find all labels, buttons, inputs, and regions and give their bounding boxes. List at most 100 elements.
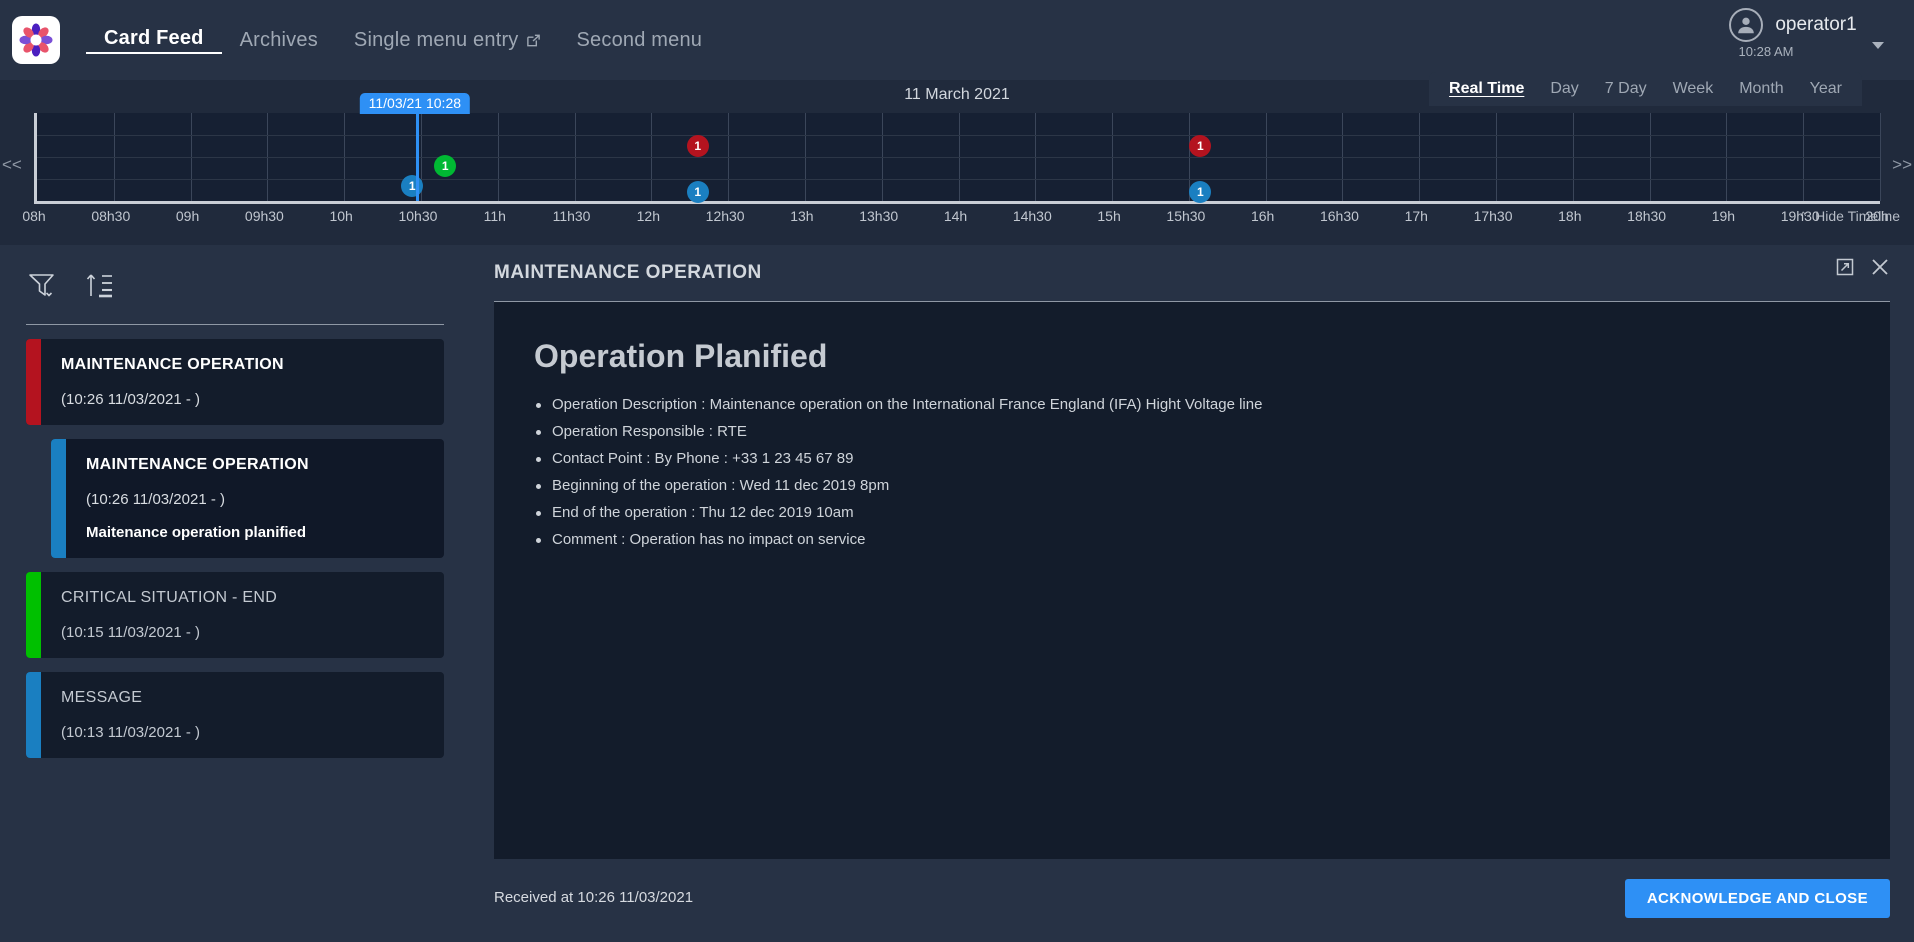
card-title: MESSAGE <box>61 689 200 707</box>
nav-item-label: Second menu <box>577 29 703 52</box>
card-timestamp: (10:13 11/03/2021 - ) <box>61 724 200 741</box>
card-title: MAINTENANCE OPERATION <box>61 356 284 374</box>
timeline-event-marker[interactable]: 1 <box>1189 135 1211 157</box>
timeline-event-marker[interactable]: 1 <box>1189 181 1211 203</box>
flower-logo-icon <box>19 23 53 57</box>
nav-item-archives[interactable]: Archives <box>222 29 336 52</box>
nav-item-label: Single menu entry <box>354 29 519 52</box>
x-axis-tick-label: 17h30 <box>1474 208 1513 224</box>
received-timestamp: Received at 10:26 11/03/2021 <box>494 889 693 906</box>
nav-item-card-feed[interactable]: Card Feed <box>86 27 222 54</box>
content-bullet-item: Operation Responsible : RTE <box>534 424 1850 440</box>
main-menu: Card Feed Archives Single menu entry Sec… <box>86 0 720 80</box>
card-body: MESSAGE (10:13 11/03/2021 - ) <box>41 672 216 758</box>
card-timestamp: (10:15 11/03/2021 - ) <box>61 624 277 641</box>
content-bullet-list: Operation Description : Maintenance oper… <box>534 397 1850 548</box>
timeline-prev-button[interactable]: << <box>2 155 22 175</box>
hide-timeline-label: Hide Timeline <box>1815 208 1900 224</box>
card-severity-stripe <box>26 672 41 758</box>
time-range-tabs: Real Time Day 7 Day Week Month Year <box>1429 72 1862 106</box>
acknowledge-and-close-button[interactable]: ACKNOWLEDGE AND CLOSE <box>1625 879 1890 918</box>
content-bullet-item: End of the operation : Thu 12 dec 2019 1… <box>534 505 1850 521</box>
x-axis-tick-label: 10h <box>329 208 352 224</box>
timeline-next-button[interactable]: >> <box>1892 155 1912 175</box>
x-axis-tick-label: 16h <box>1251 208 1274 224</box>
x-axis-tick-label: 11h <box>484 208 506 224</box>
expand-icon[interactable] <box>1836 258 1854 276</box>
x-axis-tick-label: 19h <box>1712 208 1735 224</box>
sidebar-toolbar <box>0 245 470 306</box>
card-list-item[interactable]: MAINTENANCE OPERATION (10:26 11/03/2021 -… <box>51 439 444 558</box>
user-avatar-icon <box>1729 8 1763 42</box>
x-axis-tick-label: 09h30 <box>245 208 284 224</box>
nav-item-label: Card Feed <box>104 27 204 50</box>
detail-actions <box>1836 257 1890 277</box>
timeline-event-marker[interactable]: 1 <box>401 175 423 197</box>
card-body: MAINTENANCE OPERATION (10:26 11/03/2021 -… <box>66 439 325 558</box>
timeline-event-marker[interactable]: 1 <box>687 181 709 203</box>
card-feed-sidebar: MAINTENANCE OPERATION (10:26 11/03/2021 -… <box>0 245 470 942</box>
sort-ascending-icon[interactable] <box>84 269 116 306</box>
x-axis-tick-label: 12h <box>637 208 660 224</box>
chart-gridline-horizontal <box>37 135 1880 136</box>
x-axis-tick-label: 13h30 <box>859 208 898 224</box>
user-menu[interactable]: operator1 10:28 AM <box>1688 8 1898 59</box>
range-tab-month[interactable]: Month <box>1739 80 1783 98</box>
timeline-cursor-label: 11/03/21 10:28 <box>360 93 470 114</box>
timeline-cursor-line[interactable] <box>416 113 419 201</box>
hide-timeline-button[interactable]: ^ Hide Timeline <box>1801 208 1900 224</box>
timeline-chart[interactable]: 111111 <box>34 113 1880 204</box>
card-list-item[interactable]: MESSAGE (10:13 11/03/2021 - ) <box>26 672 444 758</box>
detail-title: MAINTENANCE OPERATION <box>494 262 762 284</box>
chevron-up-icon: ^ <box>1801 210 1807 222</box>
nav-item-label: Archives <box>240 29 318 52</box>
x-axis-tick-label: 11h30 <box>553 208 591 224</box>
range-tab-year[interactable]: Year <box>1810 80 1842 98</box>
card-subtitle: Maitenance operation planified <box>86 524 309 541</box>
card-title: MAINTENANCE OPERATION <box>86 456 309 474</box>
x-axis-tick-label: 16h30 <box>1320 208 1359 224</box>
external-link-icon <box>526 33 541 48</box>
range-tab-7-day[interactable]: 7 Day <box>1605 80 1647 98</box>
card-title: CRITICAL SITUATION - END <box>61 589 277 607</box>
content-area: MAINTENANCE OPERATION (10:26 11/03/2021 -… <box>0 245 1914 942</box>
card-severity-stripe <box>26 572 41 658</box>
chart-gridline-horizontal <box>37 157 1880 158</box>
nav-item-single-menu-entry[interactable]: Single menu entry <box>336 29 559 52</box>
close-icon[interactable] <box>1870 257 1890 277</box>
detail-content: Operation Planified Operation Descriptio… <box>494 302 1890 859</box>
top-navigation-bar: Card Feed Archives Single menu entry Sec… <box>0 0 1914 80</box>
x-axis-tick-label: 12h30 <box>706 208 745 224</box>
card-list-item[interactable]: MAINTENANCE OPERATION (10:26 11/03/2021 -… <box>26 339 444 425</box>
detail-panel: MAINTENANCE OPERATION Operation Planifie… <box>470 245 1914 942</box>
timeline-event-marker[interactable]: 1 <box>687 135 709 157</box>
filter-funnel-icon[interactable] <box>26 269 58 306</box>
chart-gridline-horizontal <box>37 179 1880 180</box>
timeline-event-marker[interactable]: 1 <box>434 155 456 177</box>
content-bullet-item: Operation Description : Maintenance oper… <box>534 397 1850 413</box>
x-axis-tick-label: 15h <box>1097 208 1120 224</box>
card-severity-stripe <box>51 439 66 558</box>
content-heading: Operation Planified <box>534 338 1850 375</box>
x-axis-tick-label: 18h30 <box>1627 208 1666 224</box>
user-name: operator1 <box>1775 14 1856 36</box>
range-tab-real-time[interactable]: Real Time <box>1449 80 1524 98</box>
range-tab-week[interactable]: Week <box>1673 80 1714 98</box>
x-axis-tick-label: 18h <box>1558 208 1581 224</box>
chevron-down-icon[interactable] <box>1872 42 1884 49</box>
sidebar-divider <box>26 324 444 325</box>
x-axis-tick-label: 13h <box>790 208 813 224</box>
card-timestamp: (10:26 11/03/2021 - ) <box>61 391 284 408</box>
detail-header: MAINTENANCE OPERATION <box>494 245 1890 302</box>
nav-item-second-menu[interactable]: Second menu <box>559 29 721 52</box>
card-list: MAINTENANCE OPERATION (10:26 11/03/2021 -… <box>0 339 470 758</box>
card-timestamp: (10:26 11/03/2021 - ) <box>86 491 309 508</box>
x-axis-tick-label: 08h <box>22 208 45 224</box>
range-tab-day[interactable]: Day <box>1550 80 1578 98</box>
app-logo[interactable] <box>12 16 60 64</box>
x-axis-tick-label: 15h30 <box>1166 208 1205 224</box>
user-row: operator1 <box>1729 8 1856 42</box>
card-list-item[interactable]: CRITICAL SITUATION - END (10:15 11/03/202… <box>26 572 444 658</box>
x-axis-tick-label: 14h30 <box>1013 208 1052 224</box>
x-axis-tick-label: 09h <box>176 208 199 224</box>
